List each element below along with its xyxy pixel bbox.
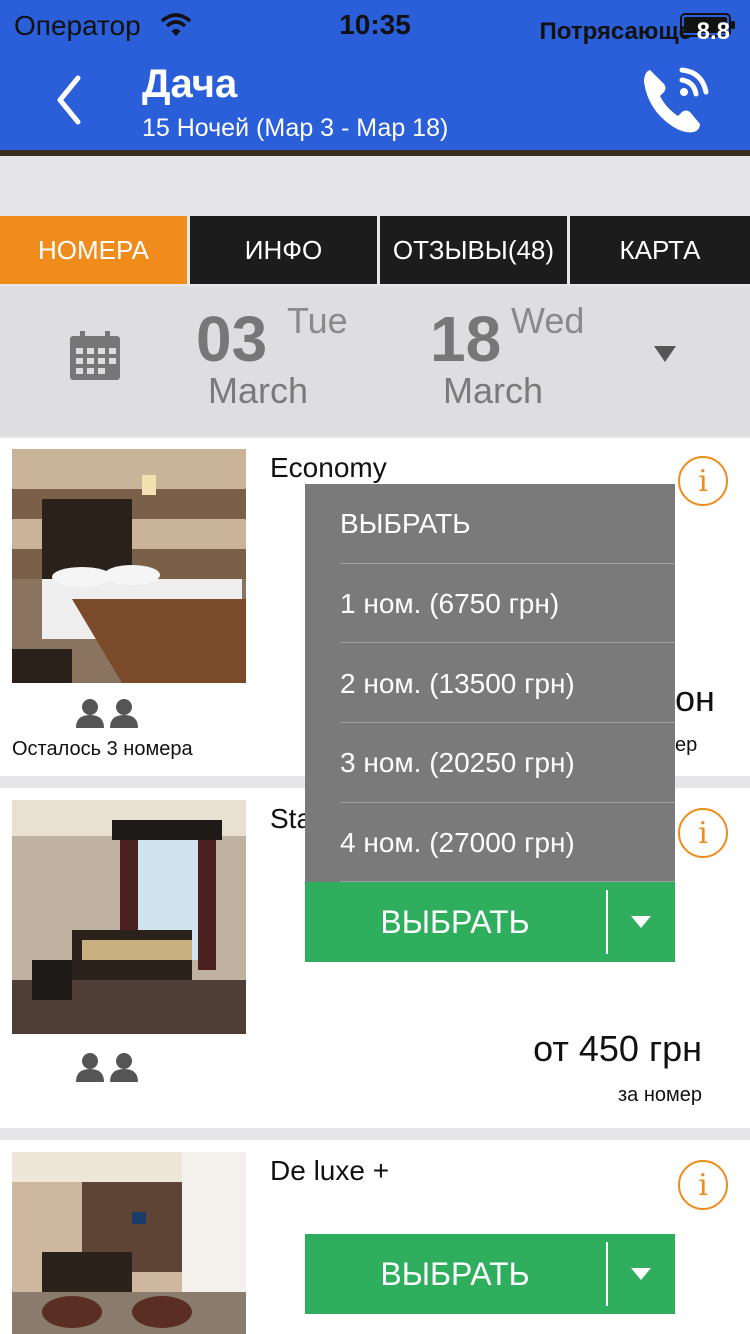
room-name: De luxe + [270,1155,390,1186]
dropdown-divider [340,802,675,803]
back-chevron-icon[interactable] [50,72,86,128]
stay-dates-subtitle: 15 Ночей (Мар 3 - Мар 18) [142,114,449,142]
select-label: ВЫБРАТЬ [380,903,530,940]
caret-down-icon[interactable] [631,1268,651,1280]
person-icon [76,1053,138,1082]
room-photo[interactable] [12,1152,246,1334]
button-divider [606,890,608,954]
room-price: от 450 грн [533,1028,702,1069]
checkin-month: March [208,370,309,411]
select-room-button[interactable]: ВЫБРАТЬ [305,1234,675,1314]
rating-label: Потрясающе [539,18,693,45]
room-name: Economy [270,452,387,483]
price-per-room: за номер [617,1084,702,1106]
checkout-weekday: Wed [511,300,585,341]
room-photo[interactable] [12,449,246,683]
price-per-room: ер [675,734,698,756]
tab-map[interactable]: КАРТА [570,216,750,284]
tab-rooms[interactable]: НОМЕРА [0,216,187,284]
checkin-weekday: Tue [287,300,348,341]
dropdown-item-placeholder[interactable]: ВЫБРАТЬ [340,508,471,540]
hotel-name: Дача [142,62,238,106]
rating-bar [0,156,750,216]
tab-reviews[interactable]: ОТЗЫВЫ(48) [380,216,567,284]
button-divider [606,1242,608,1306]
tab-info[interactable]: ИНФО [190,216,377,284]
dropdown-item[interactable]: 3 ном. (20250 грн) [340,747,575,779]
info-icon[interactable]: i [678,1160,728,1210]
checkout-day: 18 [430,303,502,375]
phone-icon[interactable] [638,62,714,138]
dropdown-divider [340,642,675,643]
dropdown-item[interactable]: 2 ном. (13500 грн) [340,668,575,700]
room-price: он [675,678,715,719]
rooms-left: Осталось 3 номера [12,738,193,760]
dropdown-divider [340,563,675,564]
dropdown-divider [340,881,675,882]
checkout-month: March [443,370,544,411]
dropdown-item[interactable]: 1 ном. (6750 грн) [340,588,559,620]
select-label: ВЫБРАТЬ [380,1255,530,1292]
dropdown-divider [340,722,675,723]
calendar-icon[interactable] [68,330,122,382]
caret-down-icon[interactable] [654,346,676,362]
rating-score: 8.8 [696,18,730,45]
person-icon [76,699,138,728]
room-photo[interactable] [12,800,246,1034]
select-room-button[interactable]: ВЫБРАТЬ [305,882,675,962]
info-icon[interactable]: i [678,808,728,858]
checkin-day: 03 [196,303,268,375]
caret-down-icon[interactable] [631,916,651,928]
info-icon[interactable]: i [678,456,728,506]
room-quantity-dropdown: ВЫБРАТЬ 1 ном. (6750 грн) 2 ном. (13500 … [305,484,675,882]
dropdown-item[interactable]: 4 ном. (27000 грн) [340,827,575,859]
